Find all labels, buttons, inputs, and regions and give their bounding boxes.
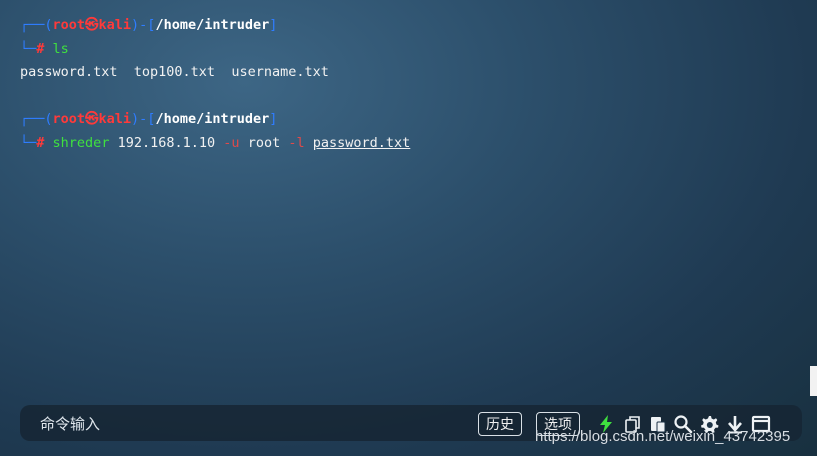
prompt-path: /home/intruder [155, 111, 270, 127]
command-text: shreder [52, 134, 110, 151]
watermark-url: https://blog.csdn.net/weixin_43742395 [535, 428, 791, 445]
command-arg-file: password.txt [312, 134, 411, 151]
prompt-separator: )-[ [131, 111, 156, 127]
command-line: └─# shreder 192.168.1.10 -u root -l pass… [20, 132, 797, 156]
prompt-bracket: ] [269, 17, 278, 33]
command-arg-user: root [247, 134, 281, 151]
command-option-l: -l [288, 134, 305, 151]
command-option-u: -u [223, 134, 240, 151]
command-input[interactable] [20, 405, 482, 443]
prompt-user-host: root㉿kali [52, 111, 132, 127]
prompt-header-line: ┌──(root㉿kali)-[/home/intruder] [20, 14, 797, 38]
prompt-user-host: root㉿kali [52, 17, 132, 33]
command-text: ls [52, 40, 69, 57]
prompt-hash: # [36, 40, 45, 57]
prompt-corner: ┌──( [20, 111, 53, 127]
prompt-hash: # [36, 134, 45, 151]
prompt-bracket: ] [269, 111, 278, 127]
prompt-corner: └─ [20, 40, 37, 57]
command-output: password.txt top100.txt username.txt [20, 64, 329, 80]
prompt-separator: )-[ [131, 17, 156, 33]
scrollbar-handle[interactable] [810, 366, 817, 396]
command-arg-ip: 192.168.1.10 [117, 134, 216, 151]
history-button[interactable]: 历史 [478, 412, 522, 436]
command-line: └─# ls [20, 38, 797, 62]
prompt-corner: ┌──( [20, 17, 53, 33]
prompt-header-line: ┌──(root㉿kali)-[/home/intruder] [20, 108, 797, 132]
prompt-corner: └─ [20, 134, 37, 151]
terminal-output: ┌──(root㉿kali)-[/home/intruder] └─# ls p… [20, 14, 797, 155]
prompt-path: /home/intruder [155, 17, 270, 33]
